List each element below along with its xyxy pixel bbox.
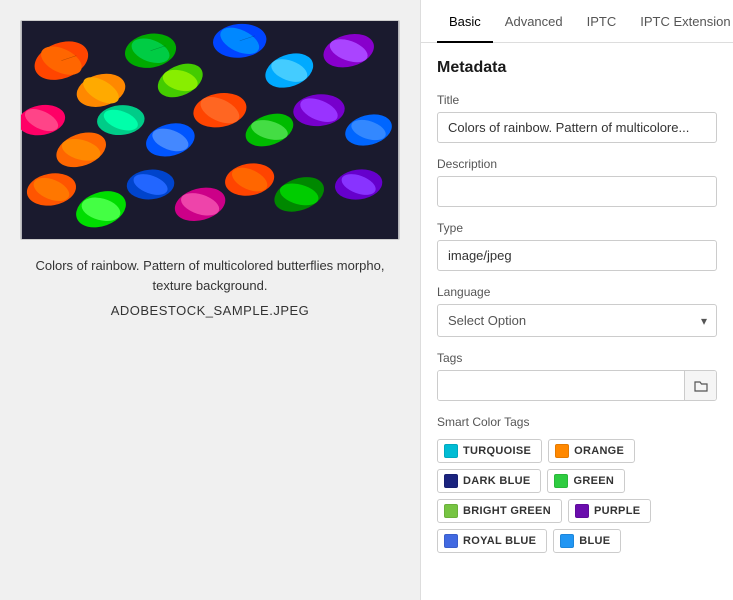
language-select-wrapper: Select Option EnglishFrenchGermanSpanish… [437, 304, 717, 337]
green-dot [554, 474, 568, 488]
color-tag-bright-green[interactable]: BRIGHT GREEN [437, 499, 562, 523]
tab-basic[interactable]: Basic [437, 0, 493, 43]
color-tags-grid: TURQUOISE ORANGE DARK BLUE GREEN BRIGHT [437, 439, 717, 553]
title-label: Title [437, 93, 717, 107]
tags-browse-button[interactable] [684, 371, 716, 400]
title-field-group: Title [437, 93, 717, 143]
turquoise-dot [444, 444, 458, 458]
description-input[interactable] [437, 176, 717, 207]
image-container [20, 20, 400, 240]
green-label: GREEN [573, 475, 614, 487]
tab-advanced[interactable]: Advanced [493, 0, 575, 43]
type-field-group: Type [437, 221, 717, 271]
description-label: Description [437, 157, 717, 171]
orange-dot [555, 444, 569, 458]
orange-label: ORANGE [574, 445, 624, 457]
bright-green-label: BRIGHT GREEN [463, 505, 551, 517]
metadata-content: Metadata Title Description Type Language… [421, 43, 733, 591]
color-tag-orange[interactable]: ORANGE [548, 439, 635, 463]
left-panel: Colors of rainbow. Pattern of multicolor… [0, 0, 420, 600]
type-label: Type [437, 221, 717, 235]
language-select[interactable]: Select Option EnglishFrenchGermanSpanish… [437, 304, 717, 337]
right-panel: Basic Advanced IPTC IPTC Extension Metad… [420, 0, 733, 600]
tab-iptc[interactable]: IPTC [575, 0, 629, 43]
color-tag-blue[interactable]: BLUE [553, 529, 621, 553]
royal-blue-dot [444, 534, 458, 548]
blue-dot [560, 534, 574, 548]
description-field-group: Description [437, 157, 717, 207]
dark-blue-label: DARK BLUE [463, 475, 530, 487]
dark-blue-dot [444, 474, 458, 488]
color-tag-turquoise[interactable]: TURQUOISE [437, 439, 542, 463]
filename-text: ADOBESTOCK_SAMPLE.JPEG [30, 301, 390, 321]
blue-label: BLUE [579, 535, 610, 547]
purple-label: PURPLE [594, 505, 640, 517]
turquoise-label: TURQUOISE [463, 445, 531, 457]
tags-input-wrapper [437, 370, 717, 401]
color-tag-dark-blue[interactable]: DARK BLUE [437, 469, 541, 493]
bright-green-dot [444, 504, 458, 518]
language-field-group: Language Select Option EnglishFrenchGerm… [437, 285, 717, 337]
tags-label: Tags [437, 351, 717, 365]
tabs-bar: Basic Advanced IPTC IPTC Extension [421, 0, 733, 43]
folder-icon [694, 379, 708, 393]
tags-field-group: Tags [437, 351, 717, 401]
color-tag-royal-blue[interactable]: ROYAL BLUE [437, 529, 547, 553]
smart-color-tags-group: Smart Color Tags TURQUOISE ORANGE DARK B… [437, 415, 717, 553]
smart-color-tags-label: Smart Color Tags [437, 415, 717, 429]
type-input[interactable] [437, 240, 717, 271]
purple-dot [575, 504, 589, 518]
color-tag-purple[interactable]: PURPLE [568, 499, 651, 523]
image-caption: Colors of rainbow. Pattern of multicolor… [30, 256, 390, 321]
tags-input[interactable] [438, 371, 684, 400]
color-tag-green[interactable]: GREEN [547, 469, 625, 493]
language-label: Language [437, 285, 717, 299]
royal-blue-label: ROYAL BLUE [463, 535, 536, 547]
title-input[interactable] [437, 112, 717, 143]
tab-iptc-extension[interactable]: IPTC Extension [628, 0, 733, 43]
section-title: Metadata [437, 59, 717, 77]
caption-text: Colors of rainbow. Pattern of multicolor… [30, 256, 390, 295]
butterfly-image [21, 21, 399, 239]
